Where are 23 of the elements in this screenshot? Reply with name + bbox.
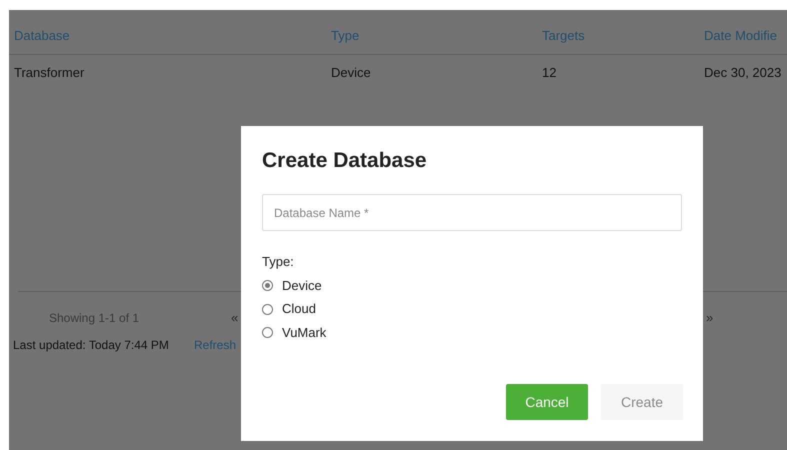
column-header[interactable]: Type	[331, 28, 360, 43]
last-page-button[interactable]: »	[706, 308, 714, 328]
column-header[interactable]: Targets	[542, 28, 585, 43]
column-header[interactable]: Date Modifie	[704, 28, 777, 43]
radio-label: VuMark	[282, 324, 326, 342]
table-cell: Device	[331, 65, 371, 80]
radio-button[interactable]	[262, 304, 273, 314]
cancel-button[interactable]: Cancel	[506, 384, 588, 420]
radio-label: Cloud	[282, 300, 316, 318]
table-cell: Dec 30, 2023	[704, 65, 782, 80]
radio-button[interactable]	[262, 280, 273, 291]
first-page-button[interactable]: «	[231, 308, 238, 328]
table-cell: 12	[542, 65, 556, 80]
database-name-field[interactable]: Database Name *	[262, 194, 682, 232]
refresh-link[interactable]: Refresh	[194, 336, 236, 354]
radio-label: Device	[282, 276, 322, 295]
table-cell: Transformer	[14, 65, 84, 80]
type-label: Type:	[262, 253, 295, 272]
column-header[interactable]: Database	[14, 28, 70, 43]
radio-button[interactable]	[262, 327, 273, 338]
last-updated-text: Last updated: Today 7:44 PM	[13, 337, 169, 354]
pagination-summary: Showing 1-1 of 1	[49, 310, 140, 327]
dialog-title: Create Database	[262, 148, 428, 174]
